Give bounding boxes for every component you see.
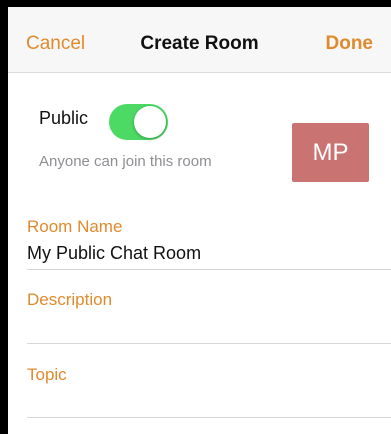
navigation-bar: Cancel Create Room Done	[8, 7, 391, 73]
avatar-initials: MP	[312, 138, 349, 166]
done-button[interactable]: Done	[326, 33, 374, 55]
room-avatar[interactable]: MP	[292, 123, 369, 182]
topic-input[interactable]	[27, 389, 391, 413]
public-toggle[interactable]	[109, 104, 168, 140]
topic-label: Topic	[27, 365, 67, 384]
toggle-knob	[134, 106, 166, 138]
description-label: Description	[27, 290, 113, 309]
public-hint: Anyone can join this room	[39, 153, 212, 170]
topic-divider	[27, 417, 391, 418]
room-name-divider	[27, 269, 391, 270]
create-room-screen: Cancel Create Room Done Public Anyone ca…	[8, 7, 391, 434]
room-name-input[interactable]: My Public Chat Room	[27, 243, 201, 264]
public-label: Public	[39, 108, 89, 128]
description-input[interactable]	[27, 314, 391, 338]
room-name-label: Room Name	[27, 217, 123, 236]
description-divider	[27, 343, 391, 344]
